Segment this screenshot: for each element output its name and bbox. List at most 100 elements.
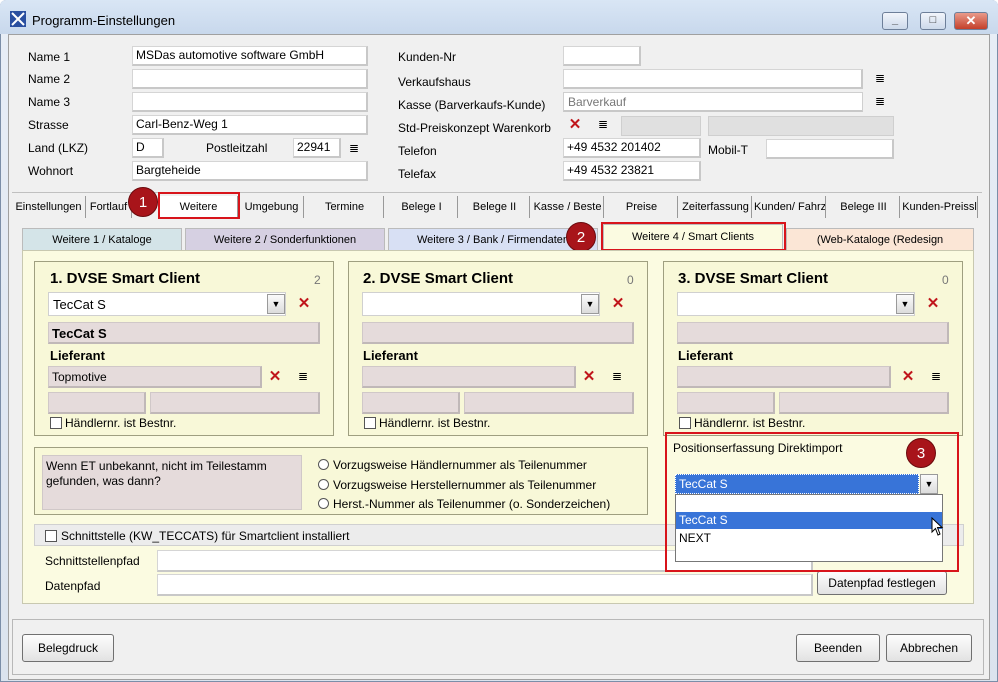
- highlight-box-1: [158, 192, 240, 219]
- list-icon[interactable]: ≣: [930, 370, 942, 382]
- lieferant-field-2[interactable]: [362, 366, 576, 388]
- list-icon[interactable]: ≣: [874, 72, 886, 84]
- schnittstelle-checkbox[interactable]: [45, 530, 57, 542]
- haendler-label-1: Händlernr. ist Bestnr.: [65, 416, 177, 430]
- minimize-button[interactable]: _: [882, 12, 908, 30]
- tab-belege-2[interactable]: Belege II: [460, 196, 530, 218]
- country-field[interactable]: D: [132, 138, 164, 158]
- city-field[interactable]: Bargteheide: [132, 161, 368, 181]
- subtab-weitere-2[interactable]: Weitere 2 / Sonderfunktionen: [185, 228, 385, 250]
- tab-zeiterfassung[interactable]: Zeiterfassung: [680, 196, 752, 218]
- zip-field[interactable]: 22941: [293, 138, 341, 158]
- name1-field[interactable]: MSDas automotive software GmbH: [132, 46, 368, 66]
- abbrechen-button[interactable]: Abbrechen: [886, 634, 972, 662]
- haendler-checkbox-1[interactable]: [50, 417, 62, 429]
- verkaufshaus-field[interactable]: [563, 69, 863, 89]
- clear-icon[interactable]: ✕: [582, 369, 596, 384]
- telefon-label: Telefon: [398, 144, 437, 158]
- tab-termine[interactable]: Termine: [306, 196, 384, 218]
- lieferant-extra-1b[interactable]: [150, 392, 320, 414]
- lieferant-extra-2a[interactable]: [362, 392, 460, 414]
- subtab-weitere-1[interactable]: Weitere 1 / Kataloge: [22, 228, 182, 250]
- list-icon[interactable]: ≣: [874, 95, 886, 107]
- radio-haendlernummer[interactable]: [318, 459, 329, 470]
- highlight-box-2: [601, 222, 786, 251]
- datenpfad-label: Datenpfad: [45, 579, 101, 593]
- list-icon[interactable]: ≣: [348, 142, 360, 154]
- lieferant-field-3[interactable]: [677, 366, 891, 388]
- haendler-label-3: Händlernr. ist Bestnr.: [694, 416, 806, 430]
- name3-field[interactable]: [132, 92, 368, 112]
- radio-herst-nummer[interactable]: [318, 498, 329, 509]
- name2-label: Name 2: [28, 72, 71, 86]
- chevron-down-icon[interactable]: ▼: [581, 294, 599, 314]
- client-count-3: 0: [942, 273, 949, 287]
- tab-kasse[interactable]: Kasse / Beste: [532, 196, 604, 218]
- mobil-label: Mobil-T: [708, 143, 749, 157]
- maximize-button[interactable]: □: [920, 12, 946, 30]
- name3-label: Name 3: [28, 95, 71, 109]
- client-name-1[interactable]: TecCat S: [48, 322, 320, 344]
- telefax-label: Telefax: [398, 167, 437, 181]
- country-label: Land (LKZ): [28, 141, 89, 155]
- datenpfad-field[interactable]: [157, 574, 813, 596]
- kundennr-field[interactable]: [563, 46, 641, 66]
- step-badge-2: 2: [566, 222, 596, 252]
- chevron-down-icon[interactable]: ▼: [896, 294, 914, 314]
- lieferant-extra-1a[interactable]: [48, 392, 146, 414]
- list-icon[interactable]: ≣: [611, 370, 623, 382]
- clear-icon[interactable]: ✕: [297, 296, 311, 311]
- verkaufshaus-label: Verkaufshaus: [398, 75, 471, 89]
- list-icon[interactable]: ≣: [597, 118, 609, 130]
- close-button[interactable]: ✕: [954, 12, 988, 30]
- haendler-checkbox-2[interactable]: [364, 417, 376, 429]
- belegdruck-button[interactable]: Belegdruck: [22, 634, 114, 662]
- mobil-field[interactable]: [766, 139, 894, 159]
- kasse-field[interactable]: Barverkauf: [563, 92, 863, 112]
- client-combo-2[interactable]: [362, 292, 600, 316]
- step-badge-1: 1: [128, 187, 158, 217]
- client-name-3[interactable]: [677, 322, 949, 344]
- radio-label-1: Vorzugsweise Händlernummer als Teilenumm…: [333, 458, 587, 472]
- tab-preise[interactable]: Preise: [606, 196, 678, 218]
- telefon-field[interactable]: +49 4532 201402: [563, 138, 701, 158]
- lieferant-extra-3b[interactable]: [779, 392, 949, 414]
- client-combo-3[interactable]: [677, 292, 915, 316]
- street-field[interactable]: Carl-Benz-Weg 1: [132, 115, 368, 135]
- client-count-1: 2: [314, 273, 321, 287]
- preis-field-2[interactable]: [708, 116, 894, 136]
- lieferant-field-1[interactable]: Topmotive: [48, 366, 262, 388]
- lieferant-label-3: Lieferant: [678, 348, 733, 363]
- subtab-web-kataloge[interactable]: (Web-Kataloge (Redesign: [786, 228, 974, 250]
- clear-icon[interactable]: ✕: [568, 117, 582, 132]
- clear-icon[interactable]: ✕: [926, 296, 940, 311]
- tab-belege-3[interactable]: Belege III: [828, 196, 900, 218]
- list-icon[interactable]: ≣: [297, 370, 309, 382]
- lieferant-extra-2b[interactable]: [464, 392, 634, 414]
- name1-label: Name 1: [28, 50, 71, 64]
- tab-umgebung[interactable]: Umgebung: [240, 196, 304, 218]
- name2-field[interactable]: [132, 69, 368, 89]
- haendler-checkbox-3[interactable]: [679, 417, 691, 429]
- street-label: Strasse: [28, 118, 69, 132]
- tab-kunden-fahrz[interactable]: Kunden/ Fahrz: [754, 196, 826, 218]
- tab-einstellungen[interactable]: Einstellungen: [12, 196, 86, 218]
- datenpfad-festlegen-button[interactable]: Datenpfad festlegen: [817, 571, 947, 595]
- tab-fortlauf[interactable]: Fortlauf: [86, 196, 132, 218]
- preis-field[interactable]: [621, 116, 701, 136]
- client-name-2[interactable]: [362, 322, 634, 344]
- client-title-1: 1. DVSE Smart Client: [50, 270, 201, 287]
- lieferant-label-2: Lieferant: [363, 348, 418, 363]
- tab-kunden-preissl[interactable]: Kunden-Preissl: [902, 196, 978, 218]
- clear-icon[interactable]: ✕: [901, 369, 915, 384]
- lieferant-extra-3a[interactable]: [677, 392, 775, 414]
- clear-icon[interactable]: ✕: [611, 296, 625, 311]
- client-combo-1[interactable]: TecCat S: [48, 292, 286, 316]
- zip-label: Postleitzahl: [206, 141, 268, 155]
- clear-icon[interactable]: ✕: [268, 369, 282, 384]
- telefax-field[interactable]: +49 4532 23821: [563, 161, 701, 181]
- radio-herstellernummer[interactable]: [318, 479, 329, 490]
- beenden-button[interactable]: Beenden: [796, 634, 880, 662]
- chevron-down-icon[interactable]: ▼: [267, 294, 285, 314]
- tab-belege-1[interactable]: Belege I: [386, 196, 458, 218]
